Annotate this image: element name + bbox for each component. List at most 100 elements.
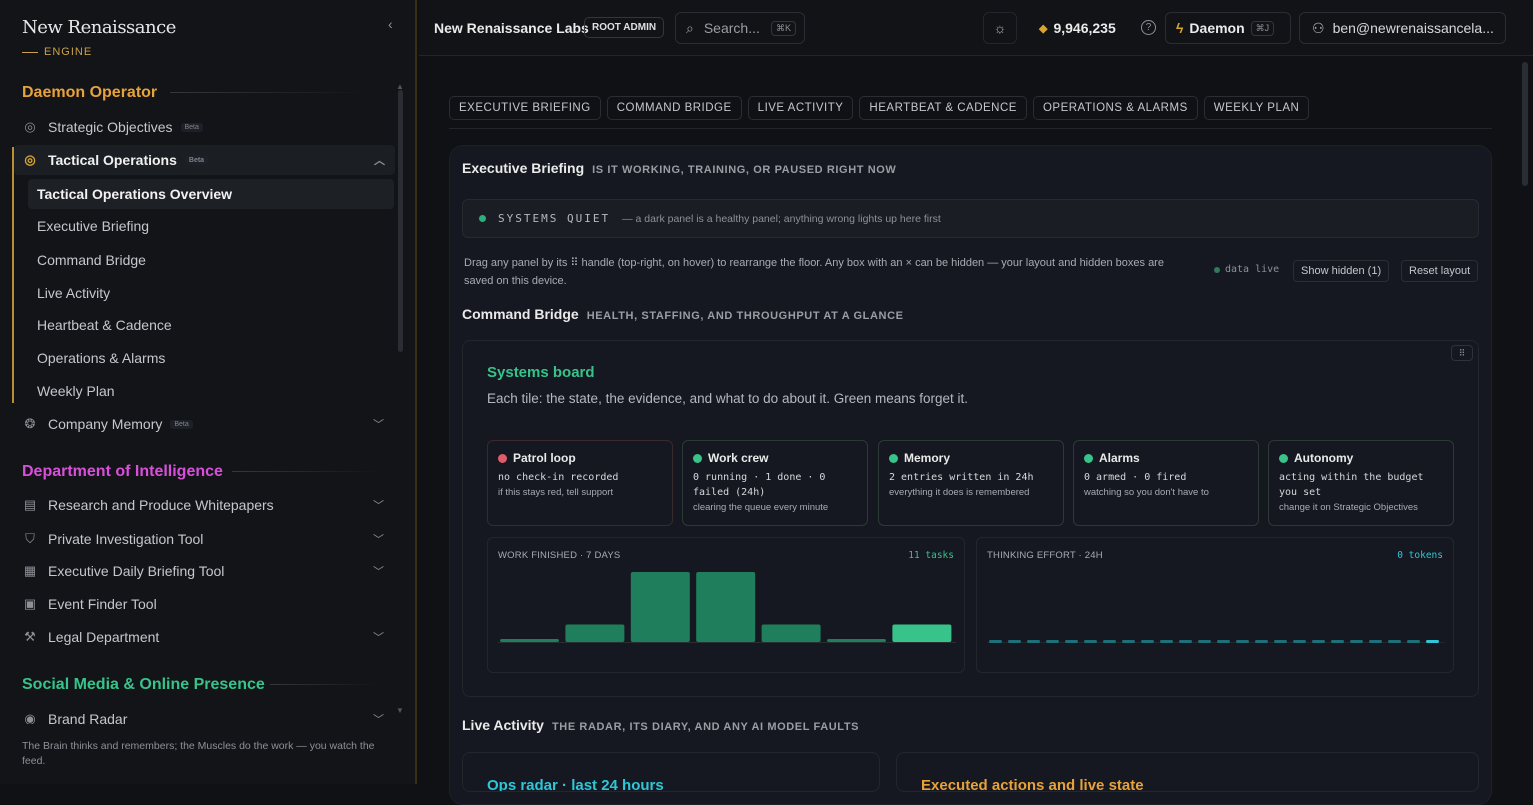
tile-name: Autonomy (1294, 451, 1354, 465)
daemon-shortcut: ⌘J (1250, 20, 1275, 36)
search-input[interactable]: ⌕ Search... ⌘K (675, 12, 805, 44)
tile-state: acting within the budget you set (1279, 472, 1424, 498)
sidebar-item-strategic-objectives[interactable]: ◎ Strategic Objectives Beta (22, 112, 394, 142)
work-bar (892, 624, 952, 642)
sidebar-subitem-heartbeat[interactable]: Heartbeat & Cadence (28, 310, 394, 340)
sidebar-item-daily-briefing[interactable]: ▦ Executive Daily Briefing Tool ﹀ (22, 556, 394, 586)
tile-name: Patrol loop (513, 451, 576, 465)
theme-toggle-sun-icon[interactable]: ☼ (983, 12, 1017, 44)
sidebar-item-label: Executive Daily Briefing Tool (48, 563, 225, 579)
sidebar-subitem-weekly-plan[interactable]: Weekly Plan (28, 376, 394, 406)
tile-state: no check-in recorded (498, 472, 619, 483)
data-live-label: data live (1225, 264, 1280, 275)
tile-memory[interactable]: Memory 2 entries written in 24h everythi… (878, 440, 1064, 526)
tab-operations-alarms[interactable]: OPERATIONS & ALARMS (1032, 96, 1198, 120)
tile-patrol-loop[interactable]: Patrol loop no check-in recorded if this… (487, 440, 673, 526)
sidebar-item-private-investigation[interactable]: ⛉ Private Investigation Tool ﹀ (22, 524, 394, 554)
tile-note: everything it does is remembered (889, 487, 1030, 498)
sidebar-item-tactical-operations[interactable]: ◎ Tactical Operations Beta ︿ (14, 145, 395, 175)
beta-badge: Beta (184, 155, 209, 165)
sidebar-subitem-overview[interactable]: Tactical Operations Overview (28, 179, 394, 209)
effort-bar (1255, 640, 1268, 643)
ops-radar-card: Ops radar · last 24 hours (462, 752, 880, 792)
tile-note: clearing the queue every minute (693, 502, 829, 513)
sidebar-item-label: Tactical Operations (48, 152, 177, 168)
work-bar (630, 572, 690, 642)
user-menu-button[interactable]: ⚇ ben@newrenaissancela... (1299, 12, 1506, 44)
collapse-sidebar-icon[interactable]: ‹ (388, 16, 393, 32)
beta-badge: Beta (180, 122, 203, 132)
live-activity-heading: Live Activity THE RADAR, ITS DIARY, AND A… (462, 717, 859, 733)
radar-icon: ◉ (24, 711, 36, 724)
chart-total: 11 tasks (908, 550, 954, 561)
sidebar-subitem-live-activity[interactable]: Live Activity (28, 278, 394, 308)
sidebar-footer: The Brain thinks and remembers; the Musc… (22, 740, 375, 767)
newspaper-icon: ▦ (23, 563, 37, 578)
sidebar-scrollbar[interactable] (398, 90, 403, 352)
reset-layout-button[interactable]: Reset layout (1401, 260, 1479, 282)
sidebar-subitem-executive-briefing[interactable]: Executive Briefing (28, 211, 394, 241)
sidebar-item-label: Brand Radar (48, 711, 128, 724)
chart-title: WORK FINISHED · 7 DAYS (498, 550, 621, 561)
search-placeholder: Search... (703, 20, 760, 36)
effort-bar (1179, 640, 1192, 643)
live-dot (1214, 266, 1220, 273)
work-bar (827, 639, 886, 642)
data-live-indicator: data live (1214, 264, 1279, 275)
tile-state: 0 armed · 0 fired (1084, 472, 1187, 483)
search-shortcut: ⌘K (770, 20, 796, 36)
divider (170, 92, 370, 93)
status-dot (1084, 453, 1093, 463)
calendar-icon: ▣ (23, 596, 37, 611)
divider (270, 684, 380, 685)
layout-hint: Drag any panel by its ⠿ handle (top-righ… (464, 257, 1164, 287)
tile-name: Memory (904, 451, 951, 465)
effort-bar (1236, 640, 1249, 643)
work-bar (761, 624, 821, 642)
scroll-down-icon[interactable]: ▼ (396, 706, 404, 715)
daemon-label: Daemon (1189, 20, 1245, 36)
credit-balance[interactable]: ◆ 9,946,235 (1039, 20, 1116, 36)
tab-command-bridge[interactable]: COMMAND BRIDGE (606, 96, 742, 120)
tab-executive-briefing[interactable]: EXECUTIVE BRIEFING (449, 96, 601, 120)
daemon-button[interactable]: ϟ Daemon ⌘J (1165, 12, 1291, 44)
card-title: Ops radar · last 24 hours (487, 777, 664, 792)
org-name[interactable]: New Renaissance Labs (434, 20, 589, 36)
sidebar-item-label: Company Memory (48, 416, 163, 432)
effort-bar (1008, 640, 1021, 643)
systems-board-title: Systems board (487, 364, 595, 381)
sidebar-subitem-command-bridge[interactable]: Command Bridge (28, 245, 394, 275)
sidebar-item-company-memory[interactable]: ❂ Company Memory Beta ﹀ (22, 409, 394, 439)
section-heading: Command Bridge (462, 306, 579, 322)
sidebar-item-event-finder[interactable]: ▣ Event Finder Tool (22, 589, 394, 619)
status-dot (498, 453, 507, 463)
tile-alarms[interactable]: Alarms 0 armed · 0 fired watching so you… (1073, 440, 1259, 526)
tab-heartbeat-cadence[interactable]: HEARTBEAT & CADENCE (859, 96, 1027, 120)
tile-name: Alarms (1099, 451, 1140, 465)
sidebar-item-brand-radar[interactable]: ◉ Brand Radar ﹀ (22, 706, 394, 724)
chevron-down-icon: ﹀ (373, 632, 384, 644)
tab-weekly-plan[interactable]: WEEKLY PLAN (1203, 96, 1310, 120)
help-icon[interactable]: ? (1141, 20, 1156, 35)
effort-bar (1388, 640, 1401, 643)
work-bar (565, 624, 625, 642)
section-subheading: HEALTH, STAFFING, AND THROUGHPUT AT A GL… (586, 310, 904, 322)
sidebar-item-legal[interactable]: ⚒ Legal Department ﹀ (22, 622, 394, 652)
show-hidden-button[interactable]: Show hidden (1) (1293, 260, 1390, 282)
brand-logo[interactable]: New Renaissance ENGINE (22, 17, 176, 58)
tab-live-activity[interactable]: LIVE ACTIVITY (747, 96, 854, 120)
drag-handle-icon[interactable]: ⠿ (1451, 345, 1473, 361)
tile-work-crew[interactable]: Work crew 0 running · 1 done · 0 failed … (682, 440, 868, 526)
tile-autonomy[interactable]: Autonomy acting within the budget you se… (1268, 440, 1454, 526)
chevron-down-icon: ﹀ (373, 500, 384, 512)
sidebar-subitem-operations-alarms[interactable]: Operations & Alarms (28, 343, 394, 373)
effort-bar (1426, 640, 1439, 643)
sidebar-item-label: Event Finder Tool (48, 596, 157, 612)
sidebar-item-whitepapers[interactable]: ▤ Research and Produce Whitepapers ﹀ (22, 490, 394, 520)
sidebar-clip: ◉ Brand Radar ﹀ (0, 706, 395, 724)
main-scrollbar[interactable] (1522, 62, 1528, 186)
tile-note: change it on Strategic Objectives (1279, 502, 1418, 513)
search-icon: ⌕ (686, 19, 694, 36)
effort-bar (1350, 640, 1363, 643)
balance-value: 9,946,235 (1053, 20, 1116, 36)
